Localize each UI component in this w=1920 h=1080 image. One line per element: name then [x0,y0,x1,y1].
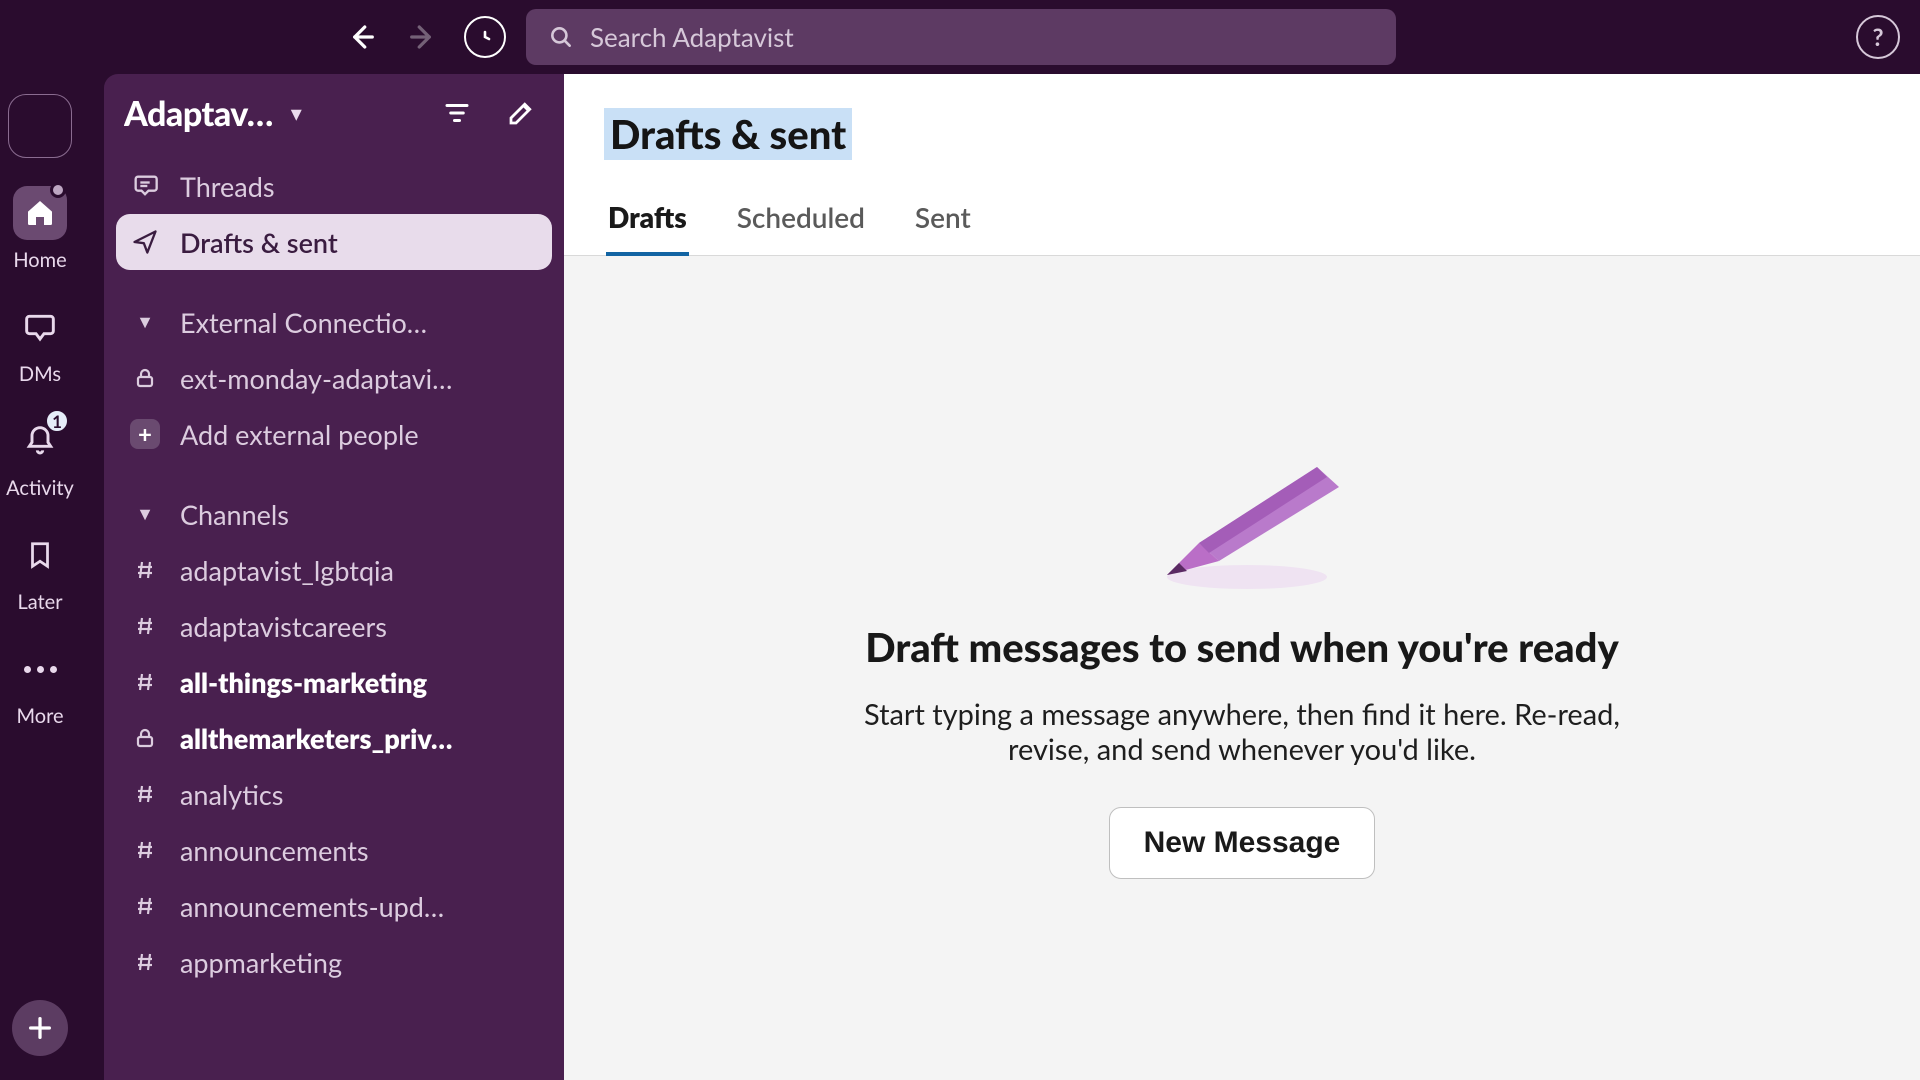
rail-more[interactable]: More [0,642,80,728]
presence-dot-icon [50,182,66,198]
empty-title: Draft messages to send when you're ready [865,623,1619,671]
sidebar-add-external[interactable]: + Add external people [116,406,552,462]
sidebar-item-label: Add external people [180,418,419,451]
plus-icon: + [130,419,160,449]
sidebar-channel[interactable]: analytics [116,766,552,822]
bookmark-icon [13,528,67,582]
sidebar-section-external[interactable]: ▼ External Connectio… [116,294,552,350]
sidebar-channel[interactable]: announcements-upd… [116,878,552,934]
hash-icon [130,838,160,862]
rail-home[interactable]: Home [0,186,80,272]
section-label: External Connectio… [180,306,427,339]
workspace-name: Adaptav… [124,93,273,134]
sidebar-drafts-sent[interactable]: Drafts & sent [116,214,552,270]
sidebar-channel[interactable]: adaptavistcareers [116,598,552,654]
sidebar-item-label: Drafts & sent [180,226,338,259]
channel-name: adaptavist_lgbtqia [180,554,394,587]
tab-sent[interactable]: Sent [913,200,973,255]
rail-label: Activity [6,476,74,500]
activity-badge: 1 [44,408,70,434]
sidebar: Adaptav… ▾ Threads Drafts & sent [104,74,564,1080]
tab-drafts[interactable]: Drafts [606,200,689,257]
lock-icon [130,366,160,390]
sidebar-channel[interactable]: all-things-marketing [116,654,552,710]
paper-plane-icon [130,228,160,256]
search-input[interactable]: Search Adaptavist [526,9,1396,65]
sidebar-channel[interactable]: announcements [116,822,552,878]
back-button[interactable] [340,16,382,58]
search-icon [548,24,574,50]
hash-icon [130,950,160,974]
channel-name: appmarketing [180,946,342,979]
new-message-button[interactable]: New Message [1109,807,1376,879]
rail-label: Home [13,248,66,272]
channel-name: announcements [180,834,369,867]
tabs: Drafts Scheduled Sent [564,160,1920,256]
rail-label: DMs [19,362,61,386]
dms-icon [13,300,67,354]
hash-icon [130,614,160,638]
hash-icon [130,558,160,582]
sidebar-section-channels[interactable]: ▼ Channels [116,486,552,542]
sidebar-channel[interactable]: allthemarketers_priv… [116,710,552,766]
empty-state: Draft messages to send when you're ready… [564,256,1920,1080]
nav-rail: Home DMs 1 Activity Later More [0,74,80,1080]
hash-icon [130,782,160,806]
rail-label: More [16,704,63,728]
sidebar-channel[interactable]: appmarketing [116,934,552,990]
channel-name: analytics [180,778,283,811]
channel-name: announcements-upd… [180,890,444,923]
section-label: Channels [180,498,289,531]
compose-button[interactable] [498,90,544,136]
create-fab[interactable] [12,1000,68,1056]
forward-button[interactable] [402,16,444,58]
more-icon [13,642,67,696]
page-title: Drafts & sent [604,108,852,160]
hash-icon [130,670,160,694]
rail-later[interactable]: Later [0,528,80,614]
channel-name: ext-monday-adaptavi… [180,362,452,395]
titlebar: Search Adaptavist ? [0,0,1920,74]
history-button[interactable] [464,16,506,58]
channel-name: adaptavistcareers [180,610,387,643]
chevron-down-icon: ▾ [291,99,302,127]
caret-down-icon: ▼ [130,310,160,333]
sidebar-item-label: Threads [180,170,275,203]
workspace-header[interactable]: Adaptav… ▾ [104,74,564,152]
channel-name: all-things-marketing [180,666,427,699]
search-placeholder: Search Adaptavist [590,21,794,53]
pencil-illustration-icon [1127,457,1357,597]
rail-dms[interactable]: DMs [0,300,80,386]
rail-activity[interactable]: 1 Activity [0,414,80,500]
rail-label: Later [17,590,62,614]
workspace-switcher[interactable] [8,94,72,158]
sidebar-channel[interactable]: adaptavist_lgbtqia [116,542,552,598]
main-pane: Drafts & sent Drafts Scheduled Sent Draf… [564,74,1920,1080]
lock-icon [130,726,160,750]
threads-icon [130,172,160,200]
sidebar-channel-ext[interactable]: ext-monday-adaptavi… [116,350,552,406]
filter-button[interactable] [434,90,480,136]
hash-icon [130,894,160,918]
sidebar-threads[interactable]: Threads [116,158,552,214]
tab-scheduled[interactable]: Scheduled [735,200,867,255]
caret-down-icon: ▼ [130,502,160,525]
help-button[interactable]: ? [1856,15,1900,59]
empty-subtitle: Start typing a message anywhere, then fi… [827,697,1657,767]
channel-name: allthemarketers_priv… [180,722,452,755]
